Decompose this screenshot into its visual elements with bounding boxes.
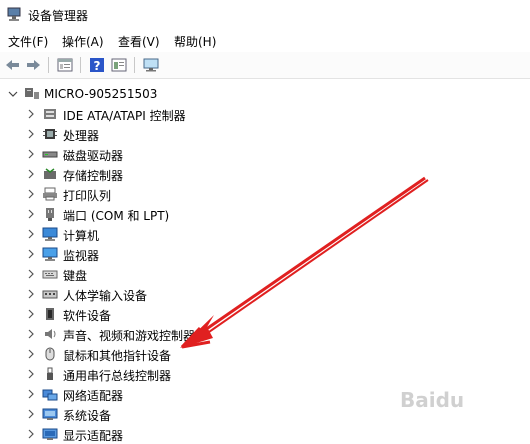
software-device-icon: [46, 308, 54, 320]
tree-item[interactable]: 磁盘驱动器: [0, 144, 530, 164]
chevron-right-icon[interactable]: [26, 349, 36, 359]
title-bar: 设备管理器: [0, 0, 530, 28]
system-device-icon: [42, 408, 58, 420]
tree-item[interactable]: 人体学输入设备: [0, 284, 530, 304]
chevron-right-icon[interactable]: [26, 169, 36, 179]
tree-item[interactable]: 显示适配器: [0, 424, 530, 444]
back-arrow-icon[interactable]: [4, 56, 22, 74]
ide-controller-icon: [44, 109, 56, 119]
toolbar: ?: [0, 52, 530, 79]
chevron-right-icon[interactable]: [26, 269, 36, 279]
tree-item-label: 通用串行总线控制器: [63, 369, 172, 383]
tree-item-label: 监视器: [63, 249, 100, 263]
disk-drive-icon: [42, 151, 58, 158]
tree-item-label: 端口 (COM 和 LPT): [63, 209, 170, 223]
computer-root-icon: [25, 88, 39, 99]
chevron-right-icon[interactable]: [26, 189, 36, 199]
usb-icon: [47, 367, 53, 380]
speaker-icon: [45, 329, 56, 339]
menu-bar: 文件(F) 操作(A) 查看(V) 帮助(H): [0, 30, 530, 52]
tree-item-label: 打印队列: [63, 189, 112, 203]
tree-root-label: MICRO-905251503: [44, 87, 158, 101]
tree-item-label: IDE ATA/ATAPI 控制器: [63, 109, 186, 123]
tree-item[interactable]: 键盘: [0, 264, 530, 284]
tree-item-label: 软件设备: [63, 309, 112, 323]
monitor-icon: [42, 247, 58, 261]
window-title: 设备管理器: [28, 9, 89, 23]
processor-icon: [43, 129, 57, 139]
tree-item-label: 存储控制器: [63, 169, 124, 183]
tree-item-label: 计算机: [63, 229, 100, 243]
tree-item-label: 显示适配器: [63, 429, 124, 443]
network-adapter-icon: [42, 389, 58, 401]
device-manager-icon: [7, 7, 21, 21]
tree-item[interactable]: 通用串行总线控制器: [0, 364, 530, 384]
tree-item[interactable]: 端口 (COM 和 LPT): [0, 204, 530, 224]
chevron-right-icon[interactable]: [26, 149, 36, 159]
tree-item[interactable]: 计算机: [0, 224, 530, 244]
printer-icon: [43, 187, 57, 201]
chevron-right-icon[interactable]: [26, 389, 36, 399]
chevron-right-icon[interactable]: [26, 409, 36, 419]
chevron-down-icon[interactable]: [8, 89, 18, 99]
tree-item-label: 系统设备: [63, 409, 112, 423]
port-icon: [46, 208, 54, 221]
tree-item-label: 磁盘驱动器: [63, 149, 124, 163]
tree-item[interactable]: 声音、视频和游戏控制器: [0, 324, 530, 344]
watermark: Baidu: [400, 388, 465, 412]
forward-arrow-icon[interactable]: [24, 56, 42, 74]
tree-item[interactable]: 软件设备: [0, 304, 530, 324]
menu-view[interactable]: 查看(V): [118, 33, 160, 50]
tree-item[interactable]: 打印队列: [0, 184, 530, 204]
chevron-right-icon[interactable]: [26, 109, 36, 119]
chevron-right-icon[interactable]: [26, 209, 36, 219]
view-icon[interactable]: [110, 56, 128, 74]
tree-item-label: 鼠标和其他指针设备: [63, 349, 172, 363]
tree-item[interactable]: 处理器: [0, 124, 530, 144]
tree-root[interactable]: MICRO-905251503: [0, 84, 530, 104]
mouse-icon: [45, 347, 55, 361]
monitor-scan-icon[interactable]: [142, 56, 160, 74]
chevron-right-icon[interactable]: [26, 289, 36, 299]
chevron-right-icon[interactable]: [26, 329, 36, 339]
keyboard-icon: [42, 270, 58, 279]
toolbar-separator: [134, 57, 135, 73]
tree-item-label: 人体学输入设备: [63, 289, 148, 303]
storage-controller-icon: [44, 168, 56, 179]
tree-item-label: 键盘: [63, 269, 88, 283]
tree-item-label: 处理器: [63, 129, 100, 143]
hid-icon: [42, 290, 58, 299]
chevron-right-icon[interactable]: [26, 369, 36, 379]
menu-file[interactable]: 文件(F): [8, 33, 48, 50]
toolbar-separator: [48, 57, 49, 73]
tree-item[interactable]: 鼠标和其他指针设备: [0, 344, 530, 364]
tree-item-label: 声音、视频和游戏控制器: [63, 329, 196, 343]
chevron-right-icon[interactable]: [26, 309, 36, 319]
chevron-right-icon[interactable]: [26, 249, 36, 259]
chevron-right-icon[interactable]: [26, 429, 36, 439]
menu-action[interactable]: 操作(A): [62, 33, 104, 50]
svg-text:?: ?: [94, 59, 101, 73]
toolbar-separator: [80, 57, 81, 73]
chevron-right-icon[interactable]: [26, 129, 36, 139]
display-adapter-icon: [42, 428, 58, 440]
help-icon[interactable]: ?: [88, 56, 106, 74]
tree-item[interactable]: 存储控制器: [0, 164, 530, 184]
properties-icon[interactable]: [56, 56, 74, 74]
chevron-right-icon[interactable]: [26, 229, 36, 239]
computer-icon: [42, 227, 58, 241]
menu-help[interactable]: 帮助(H): [174, 33, 216, 50]
tree-item-label: 网络适配器: [63, 389, 124, 403]
tree-item[interactable]: 监视器: [0, 244, 530, 264]
tree-item[interactable]: IDE ATA/ATAPI 控制器: [0, 104, 530, 124]
